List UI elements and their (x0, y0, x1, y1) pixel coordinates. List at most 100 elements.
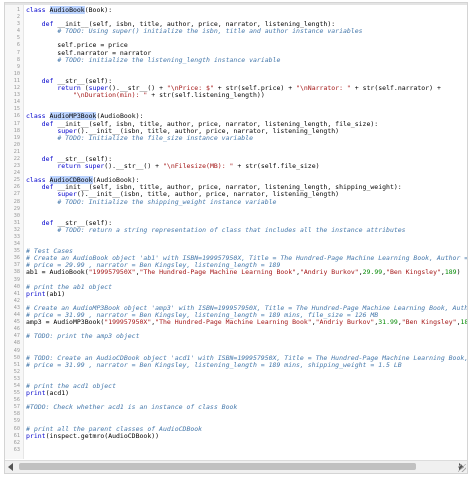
line-number: 33 (13, 234, 20, 240)
line-number: 43 (13, 304, 20, 311)
code-line[interactable]: 52 (5, 369, 467, 376)
line-number: 61 (13, 432, 20, 439)
code-text[interactable]: amp3 = AudioMP3Book("199957950X","The Hu… (26, 319, 467, 326)
code-line[interactable]: 40 # print the ab1 object (5, 283, 467, 291)
code-line[interactable]: 28 # TODO: Initialize the shipping_weigh… (5, 198, 467, 206)
line-number: 55 (13, 390, 20, 397)
line-number: 18 (13, 127, 20, 134)
line-number: 58 (13, 411, 20, 418)
code-line[interactable]: 61 print(inspect.getmro(AudioCDBook)) (5, 432, 467, 440)
code-line[interactable]: 33 (5, 234, 467, 241)
scrollbar-thumb[interactable] (19, 463, 416, 470)
line-number: 50 (13, 354, 20, 361)
line-number: 15 (13, 106, 20, 113)
line-number: 54 (13, 382, 20, 389)
code-line[interactable]: 9 (5, 64, 467, 71)
code-line[interactable]: 45 amp3 = AudioMP3Book("199957950X","The … (5, 319, 467, 326)
line-number: 48 (13, 340, 20, 347)
code-text[interactable]: #TODO: Check whether acd1 is an instance… (26, 404, 237, 411)
line-number: 25 (13, 177, 20, 184)
line-number: 16 (13, 113, 20, 120)
line-number: 14 (13, 99, 20, 106)
line-number: 26 (13, 184, 20, 191)
code-line[interactable]: 20 (5, 142, 467, 149)
code-line[interactable]: 48 (5, 340, 467, 347)
line-number: 40 (13, 283, 20, 290)
line-number: 19 (13, 134, 20, 141)
line-number: 23 (13, 163, 20, 170)
line-number: 24 (13, 170, 20, 177)
line-number: 4 (16, 28, 20, 35)
code-text[interactable]: # TODO: initialize the listening_length … (26, 56, 280, 64)
code-text[interactable]: print(ab1) (26, 290, 65, 298)
code-text[interactable]: ab1 = AudioBook("199957950X","The Hundre… (26, 269, 461, 276)
line-number: 53 (13, 375, 20, 382)
line-number: 52 (13, 368, 20, 375)
line-number: 9 (16, 63, 20, 70)
code-text[interactable]: class AudioBook(Book): (26, 6, 112, 14)
code-line[interactable]: 47 # TODO: print the amp3 object (5, 333, 467, 340)
line-number: 47 (13, 333, 20, 340)
code-line[interactable]: 38 ab1 = AudioBook("199957950X","The Hund… (5, 269, 467, 276)
code-text[interactable]: print(inspect.getmro(AudioCDBook)) (26, 432, 159, 440)
line-number: 31 (13, 219, 20, 226)
line-number: 36 (13, 255, 20, 262)
code-line[interactable]: 32 # TODO: return a string representatio… (5, 226, 467, 234)
line-number: 27 (13, 191, 20, 198)
code-text[interactable]: "\nDuration(min): " + str(self.listening… (26, 92, 265, 99)
code-line[interactable]: 34 (5, 241, 467, 248)
line-number: 17 (13, 120, 20, 127)
code-text[interactable]: # TODO: return a string representation o… (26, 226, 405, 234)
line-number: 6 (16, 42, 20, 49)
code-line[interactable]: 29 (5, 206, 467, 213)
code-editor[interactable]: 1 class AudioBook(Book): 2 3 def __init__(s… (4, 2, 468, 474)
code-line[interactable]: 1 class AudioBook(Book): (5, 6, 467, 14)
code-line[interactable]: 8 # TODO: initialize the listening_lengt… (5, 56, 467, 64)
code-text[interactable]: print(acd1) (26, 389, 69, 397)
line-number: 5 (16, 35, 20, 42)
code-lines[interactable]: 1 class AudioBook(Book): 2 3 def __init__(s… (5, 6, 467, 454)
line-number: 38 (13, 269, 20, 276)
line-number: 12 (13, 85, 20, 92)
line-number: 46 (13, 326, 20, 333)
code-text[interactable]: # TODO: print the amp3 object (26, 333, 140, 340)
code-line[interactable]: 54 # print the acd1 object (5, 382, 467, 390)
code-line[interactable]: 19 # TODO: Initialize the file_size inst… (5, 134, 467, 142)
code-text[interactable]: return super().__str__() + "\nFilesize(M… (26, 162, 319, 170)
code-line[interactable]: 41 print(ab1) (5, 290, 467, 298)
code-text[interactable]: # TODO: Initialize the shipping_weight i… (26, 198, 276, 206)
code-line[interactable]: 4 # TODO: Using super() initialize the i… (5, 28, 467, 35)
code-line[interactable]: 58 (5, 411, 467, 418)
code-line[interactable]: 14 (5, 99, 467, 106)
code-line[interactable]: 23 return super().__str__() + "\nFilesiz… (5, 162, 467, 170)
code-line[interactable]: 51 # price = 31.99 , narrator = Ben Kings… (5, 361, 467, 369)
line-number: 42 (13, 297, 20, 304)
line-number: 49 (13, 347, 20, 354)
line-number: 39 (13, 276, 20, 283)
line-number: 37 (13, 262, 20, 269)
code-line[interactable]: 13 "\nDuration(min): " + str(self.listen… (5, 92, 467, 99)
line-number: 45 (13, 319, 20, 326)
line-number: 30 (13, 212, 20, 219)
code-line[interactable]: 55 print(acd1) (5, 389, 467, 397)
code-text[interactable]: # price = 31.99 , narrator = Ben Kingsle… (26, 361, 402, 369)
code-line[interactable]: 57 #TODO: Check whether acd1 is an instan… (5, 404, 467, 411)
horizontal-scrollbar[interactable] (5, 460, 467, 473)
line-number: 59 (13, 418, 20, 425)
scroll-left-arrow-icon[interactable] (8, 463, 13, 471)
code-line[interactable]: 63 (5, 447, 467, 454)
line-number: 35 (13, 248, 20, 255)
line-number: 10 (13, 70, 20, 77)
code-text[interactable]: # TODO: Initialize the file_size instanc… (26, 134, 253, 142)
resize-handle-icon[interactable] (458, 464, 466, 472)
code-line[interactable]: 62 (5, 440, 467, 447)
line-number: 2 (16, 14, 20, 21)
line-number: 63 (13, 446, 20, 453)
line-number: 8 (16, 56, 20, 63)
line-number: 22 (13, 155, 20, 162)
line-number: 29 (13, 205, 20, 212)
line-number: 56 (13, 397, 20, 404)
code-text[interactable]: # TODO: Using super() initialize the isb… (26, 28, 362, 35)
line-number: 13 (13, 92, 20, 99)
line-number: 21 (13, 148, 20, 155)
